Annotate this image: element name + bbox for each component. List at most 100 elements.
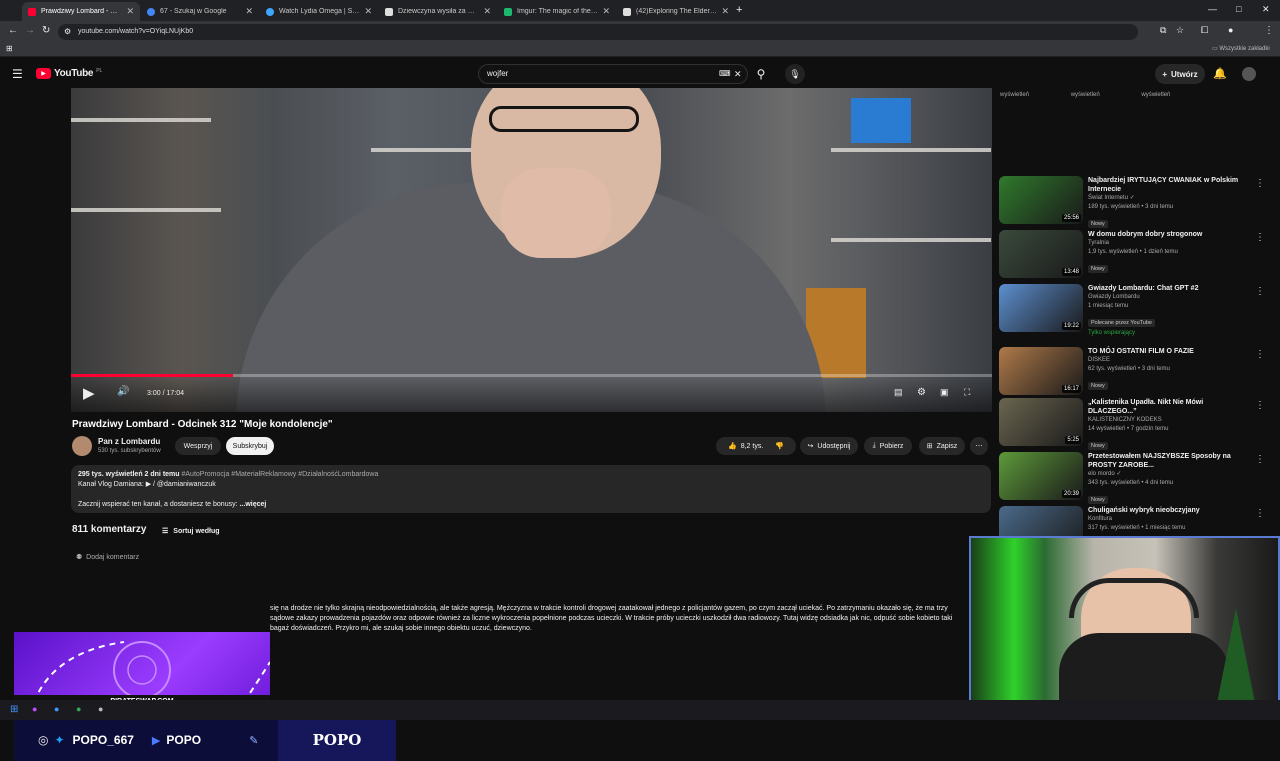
- recommendation-channel[interactable]: elo mordo ✓: [1088, 470, 1248, 479]
- add-comment-input[interactable]: ⚉ Dodaj komentarz: [76, 553, 139, 561]
- channel-avatar[interactable]: [72, 436, 92, 456]
- apps-icon[interactable]: ⊞: [6, 44, 13, 53]
- description-box[interactable]: 295 tys. wyświetleń 2 dni temu #AutoProm…: [71, 465, 991, 513]
- recommendation-title[interactable]: W domu dobrym dobry strogonow: [1088, 230, 1248, 239]
- create-button[interactable]: + Utwórz: [1155, 64, 1205, 84]
- video-thumbnail[interactable]: 13:48: [999, 230, 1083, 278]
- recommendation-item[interactable]: 20:39 Przetestowałem NAJSZYBSZE Sposoby n…: [999, 452, 1269, 504]
- channel-name[interactable]: Pan z Lombardu: [98, 437, 160, 446]
- recommendation-channel[interactable]: DISKEE: [1088, 356, 1248, 365]
- recommendation-title[interactable]: TO MÓJ OSTATNI FILM O FAZIE: [1088, 347, 1248, 356]
- recommendation-channel[interactable]: Świat Internetu ✓: [1088, 194, 1248, 203]
- tab-2[interactable]: Watch Lydia Omega | Stream✕: [260, 2, 378, 21]
- video-thumbnail[interactable]: 25:56: [999, 176, 1083, 224]
- play-icon[interactable]: ▶: [83, 384, 95, 402]
- video-thumbnail[interactable]: 19:22: [999, 284, 1083, 332]
- keyboard-icon[interactable]: ⌨: [719, 65, 731, 83]
- close-tab-icon[interactable]: ✕: [245, 6, 253, 17]
- more-options-icon[interactable]: ⋮: [1255, 178, 1265, 189]
- like-count[interactable]: 8,2 tys.: [741, 443, 764, 450]
- search-icon[interactable]: ⚲: [746, 64, 776, 84]
- tab-1[interactable]: 67 - Szukaj w Google ✕: [141, 2, 259, 21]
- site-info-icon[interactable]: ⚙: [64, 24, 71, 40]
- close-tab-icon[interactable]: ✕: [483, 6, 491, 17]
- more-options-icon[interactable]: ⋮: [1255, 400, 1265, 411]
- profile-icon[interactable]: ●: [1228, 25, 1233, 35]
- subtitles-icon[interactable]: ▤: [894, 387, 903, 398]
- recommendation-title[interactable]: Gwiazdy Lombardu: Chat GPT #2: [1088, 284, 1248, 293]
- tab-3[interactable]: Dziewczyna wysiła za mąż za A ✕: [379, 2, 497, 21]
- more-options-icon[interactable]: ⋮: [1255, 232, 1265, 243]
- install-app-icon[interactable]: ⧉: [1160, 25, 1166, 36]
- windows-start-icon[interactable]: ⊞: [10, 704, 18, 715]
- minimize-icon[interactable]: —: [1208, 4, 1217, 14]
- maximize-icon[interactable]: □: [1236, 4, 1241, 14]
- subscribe-button[interactable]: Subskrybuj: [226, 437, 274, 455]
- sort-button[interactable]: ☰ Sortuj według: [162, 527, 220, 536]
- recommendation-channel[interactable]: Tyralnia: [1088, 239, 1248, 248]
- progress-bar[interactable]: [71, 374, 992, 377]
- recommendation-title[interactable]: Najbardziej IRYTUJĄCY CWANIAK w Polskim …: [1088, 176, 1248, 194]
- video-player[interactable]: ▶ 🔊 3:00 / 17:04 ▤ ⚙ ▣ ⛶: [71, 88, 992, 412]
- recommendation-item[interactable]: 16:17 TO MÓJ OSTATNI FILM O FAZIE DISKEE 62…: [999, 347, 1269, 397]
- video-thumbnail[interactable]: 5:25: [999, 398, 1083, 446]
- extensions-icon[interactable]: ⧠: [1201, 25, 1208, 36]
- back-icon[interactable]: ←: [8, 25, 18, 36]
- tab-4[interactable]: Imgur: The magic of the Interne✕: [498, 2, 616, 21]
- notifications-bell-icon[interactable]: 🔔: [1213, 67, 1227, 80]
- hamburger-menu-icon[interactable]: ☰: [12, 67, 23, 81]
- menu-dots-icon[interactable]: ⋮: [1264, 25, 1274, 36]
- recommendation-item[interactable]: 25:56 Najbardziej IRYTUJĄCY CWANIAK w Pol…: [999, 176, 1269, 228]
- dislike-icon[interactable]: 👎: [775, 442, 784, 450]
- desc-more-link[interactable]: ...więcej: [239, 501, 266, 508]
- forward-icon[interactable]: →: [25, 25, 35, 36]
- more-options-icon[interactable]: ⋮: [1255, 508, 1265, 519]
- more-options-icon[interactable]: ⋮: [1255, 349, 1265, 360]
- close-window-icon[interactable]: ✕: [1262, 4, 1270, 15]
- recommendation-item[interactable]: 5:25 „Kalistenika Upadła. Nikt Nie Mówi D…: [999, 398, 1269, 450]
- search-input[interactable]: wojfer ⌨ ✕: [478, 64, 748, 84]
- chrome-icon[interactable]: ●: [76, 704, 81, 714]
- recommendation-title[interactable]: Chuligański wybryk nieobczyjany: [1088, 506, 1248, 515]
- video-thumbnail[interactable]: 20:39: [999, 452, 1083, 500]
- support-button[interactable]: Wesprzyj: [175, 437, 221, 455]
- close-tab-icon[interactable]: ✕: [126, 6, 134, 17]
- close-tab-icon[interactable]: ✕: [364, 6, 372, 17]
- share-button[interactable]: ↪ Udostępnij: [800, 437, 858, 455]
- tab-5[interactable]: (42)Exploring The Elder Scrolls ✕: [617, 2, 735, 21]
- more-actions-button[interactable]: ⋯: [970, 437, 988, 455]
- recommendation-title[interactable]: „Kalistenika Upadła. Nikt Nie Mówi DLACZ…: [1088, 398, 1248, 416]
- all-bookmarks[interactable]: ▭ Wszystkie zakładki: [1212, 45, 1270, 52]
- more-options-icon[interactable]: ⋮: [1255, 454, 1265, 465]
- fullscreen-icon[interactable]: ⛶: [964, 387, 970, 398]
- clear-search-icon[interactable]: ✕: [734, 65, 742, 83]
- app-icon[interactable]: ●: [98, 704, 103, 714]
- app-icon[interactable]: ●: [32, 704, 37, 714]
- app-icon[interactable]: ●: [54, 704, 59, 714]
- more-options-icon[interactable]: ⋮: [1255, 286, 1265, 297]
- volume-icon[interactable]: 🔊: [117, 386, 129, 397]
- recommendation-channel[interactable]: Konfitura: [1088, 515, 1248, 524]
- like-icon[interactable]: 👍: [728, 442, 737, 450]
- youtube-logo[interactable]: ▶ YouTube PL: [36, 68, 102, 79]
- address-bar[interactable]: ⚙ youtube.com/watch?v=OYiqLNUjKb0: [58, 24, 1138, 40]
- desc-tags[interactable]: #AutoPromocja #MateriałReklamowy #Działa…: [182, 471, 379, 478]
- tab-0[interactable]: Prawdziwy Lombard - Odcinek✕: [22, 2, 140, 21]
- download-button[interactable]: ⤓ Pobierz: [864, 437, 912, 455]
- recommendation-item[interactable]: 19:22 Gwiazdy Lombardu: Chat GPT #2 Gwiazd…: [999, 284, 1269, 336]
- close-tab-icon[interactable]: ✕: [602, 6, 610, 17]
- mic-icon[interactable]: 🎙: [785, 64, 805, 84]
- recommendation-channel[interactable]: Gwiazdy Lombardu: [1088, 293, 1248, 302]
- recommendation-title[interactable]: Przetestowałem NAJSZYBSZE Sposoby na PRO…: [1088, 452, 1248, 470]
- recommendation-item[interactable]: 13:48 W domu dobrym dobry strogonow Tyraln…: [999, 230, 1269, 280]
- avatar[interactable]: [1242, 67, 1256, 81]
- bookmark-star-icon[interactable]: ☆: [1176, 25, 1184, 36]
- miniplayer-icon[interactable]: ▣: [940, 387, 949, 398]
- save-button[interactable]: ⊞ Zapisz: [919, 437, 965, 455]
- close-tab-icon[interactable]: ✕: [721, 6, 729, 17]
- reload-icon[interactable]: ↻: [42, 25, 50, 36]
- video-thumbnail[interactable]: 16:17: [999, 347, 1083, 395]
- new-tab-icon[interactable]: +: [736, 4, 742, 16]
- settings-gear-icon[interactable]: ⚙: [917, 387, 926, 398]
- recommendation-channel[interactable]: KALISTENICZNY KODEKS: [1088, 416, 1248, 425]
